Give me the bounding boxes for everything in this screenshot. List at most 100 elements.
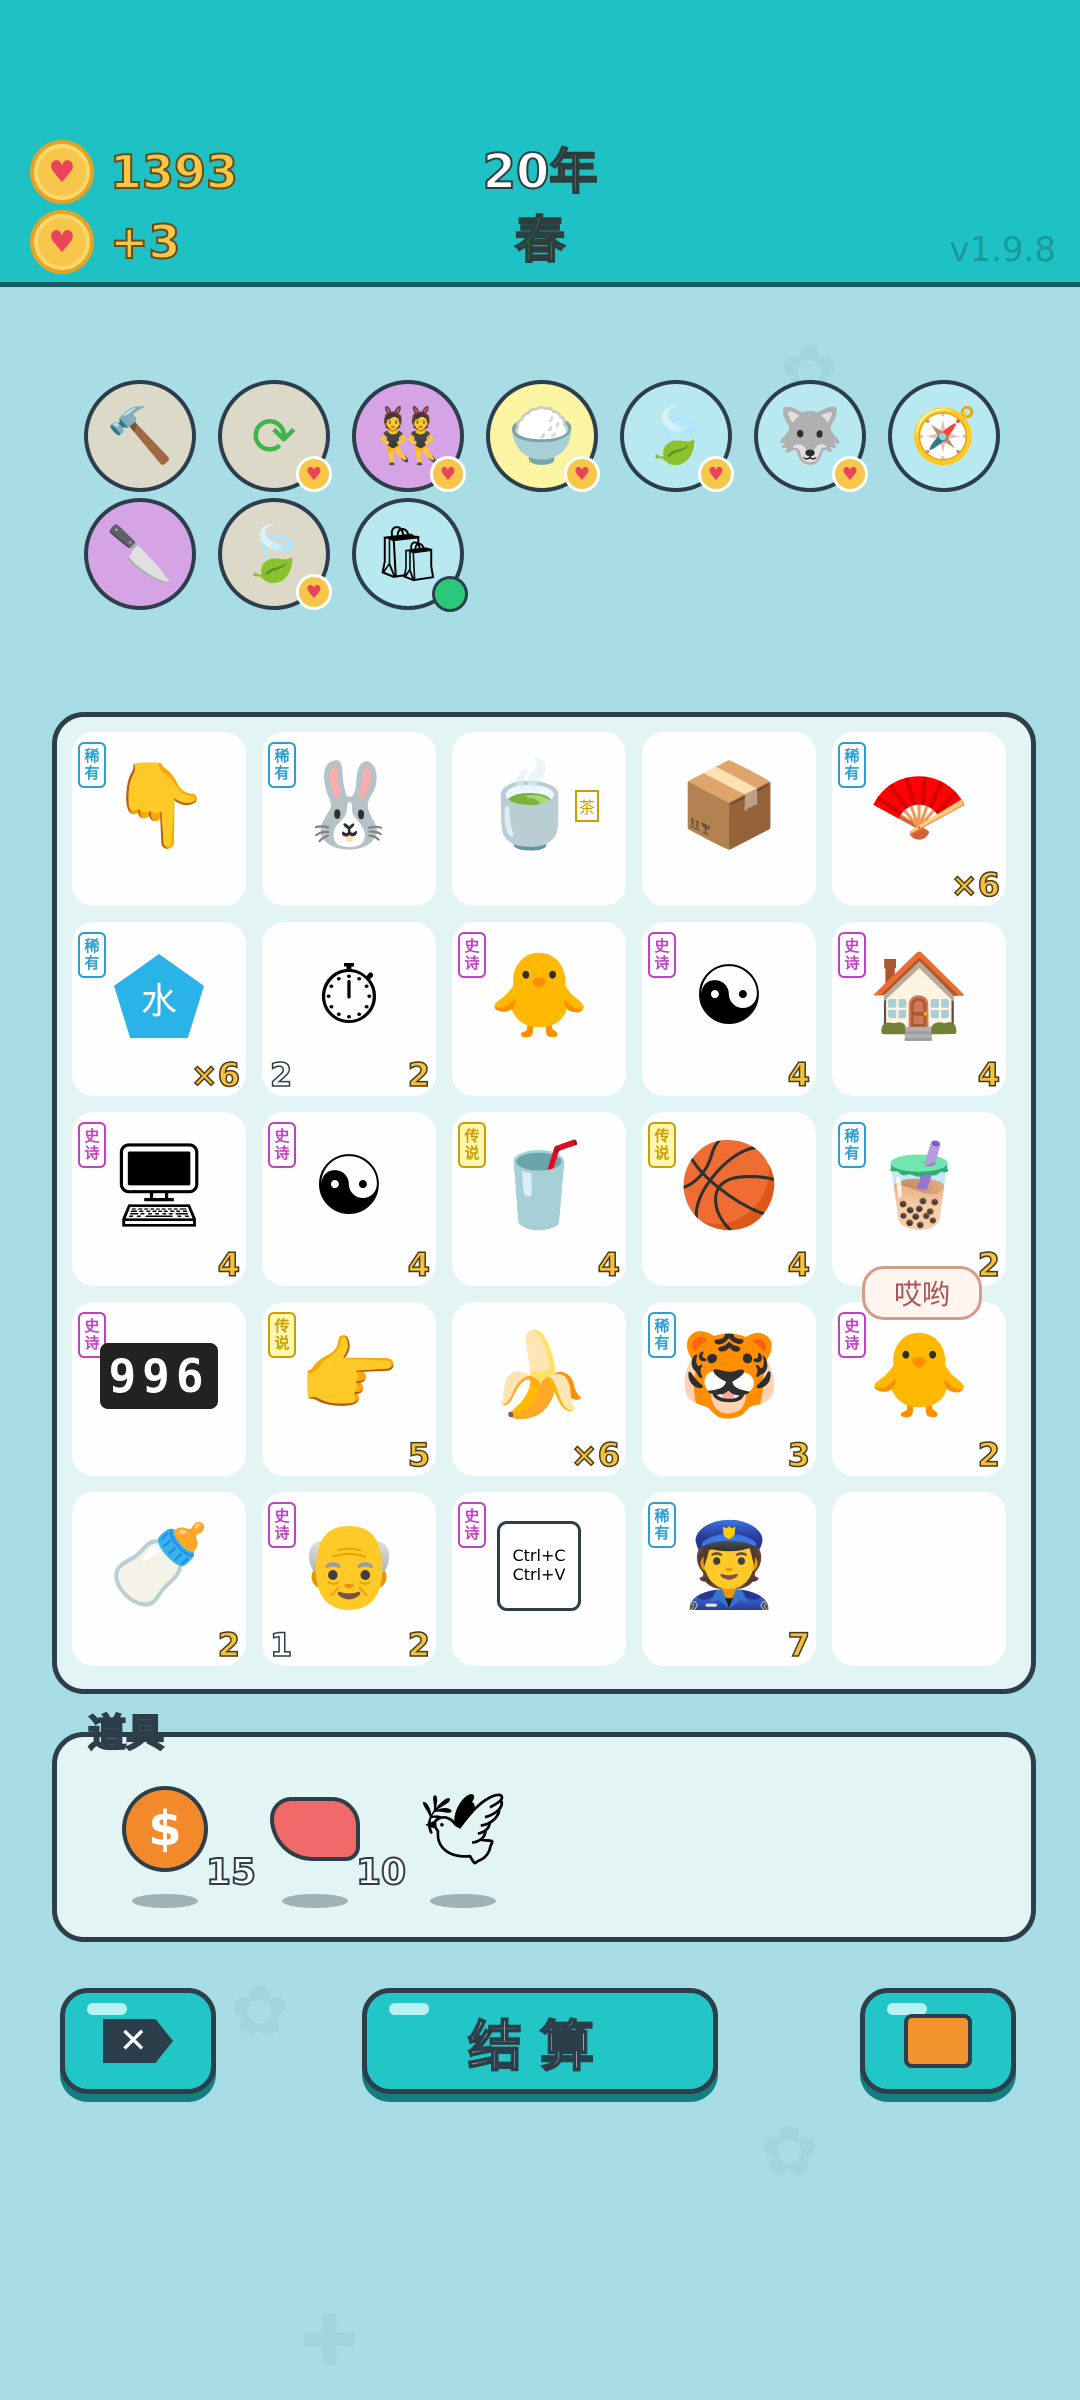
twin-girls-icon: 👯 — [374, 404, 442, 467]
slot-count: 4 — [787, 1055, 811, 1095]
season-label: 春 — [514, 210, 566, 270]
finger-point-icon: 👉 — [297, 1328, 401, 1423]
top-bar: ♥ 1393 ♥ +3 20年 春 v1.9.8 — [0, 0, 1080, 287]
rice-bowl-icon: 🍚 — [508, 404, 576, 467]
ctrl-label: Ctrl+C Ctrl+V — [497, 1521, 581, 1611]
slot-rabbit[interactable]: 稀有 🐰 — [262, 732, 436, 906]
dollar-coin-icon: $ — [120, 1784, 210, 1874]
skill-refresh[interactable]: ⟳ ♥ — [218, 380, 332, 492]
item-shadow — [282, 1894, 348, 1908]
996-counter-icon: 996 — [72, 1316, 246, 1436]
police-icon: 👮 — [677, 1518, 781, 1613]
skill-compass[interactable]: 🧭 — [888, 380, 1000, 492]
slot-basketball-eggs[interactable]: 传说 🏀 4 — [642, 1112, 816, 1286]
skill-husky-dog[interactable]: 🐺 ♥ — [754, 380, 868, 492]
settle-button[interactable]: 结算 — [362, 1988, 718, 2094]
briefcase-icon — [904, 2014, 972, 2068]
slot-bagua[interactable]: 史诗 ☯ 4 — [642, 922, 816, 1096]
bag-button[interactable] — [860, 1988, 1016, 2094]
slot-finger-point[interactable]: 传说 👉 5 — [262, 1302, 436, 1476]
item-liver[interactable]: 10 — [270, 1784, 407, 1908]
slot-empty[interactable] — [832, 1492, 1006, 1666]
slot-count: 4 — [787, 1245, 811, 1285]
milk-tea-icon: 🧋 — [867, 1138, 971, 1233]
slot-chick-grey-hair[interactable]: 史诗 🐥 2 — [832, 1302, 1006, 1476]
slot-parcel-box[interactable]: 📦 — [642, 732, 816, 906]
background-cross-icon: ✚ — [300, 2300, 359, 2382]
bagua-icon: ☯ — [312, 1138, 386, 1234]
version-label: v1.9.8 — [949, 230, 1056, 270]
year-label: 20年 — [482, 143, 599, 201]
chick-grey-hair-icon: 🐥 — [487, 948, 591, 1043]
skill-rice-bowl[interactable]: 🍚 ♥ — [486, 380, 600, 492]
slot-chick-grey-hair[interactable]: 史诗 🐥 — [452, 922, 626, 1096]
slot-count: 4 — [217, 1245, 241, 1285]
skill-twin-girls[interactable]: 👯 ♥ — [352, 380, 466, 492]
slot-graphics-card[interactable]: 史诗 🖥 4 — [72, 1112, 246, 1286]
compass-icon: 🧭 — [910, 404, 978, 467]
slot-count: 2 — [977, 1435, 1001, 1475]
slot-rabbit-house[interactable]: 史诗 🏠 4 — [832, 922, 1006, 1096]
slot-milk-tea[interactable]: 稀有 🧋 2 — [832, 1112, 1006, 1286]
slot-milk-tea-big[interactable]: 传说 🥤 4 — [452, 1112, 626, 1286]
water-gem-icon: 水 — [72, 936, 246, 1056]
finger-down-icon: 👇 — [107, 758, 211, 853]
item-dollar-coin[interactable]: $ 15 — [120, 1784, 257, 1908]
liver-icon — [270, 1784, 360, 1874]
heart-badge-icon: ♥ — [430, 456, 466, 492]
slot-banana[interactable]: 🍌 ×6 — [452, 1302, 626, 1476]
item-white-bird[interactable]: 🕊 — [418, 1784, 528, 1908]
milk-bottle-icon: 🍼 — [107, 1518, 211, 1613]
slot-bagua[interactable]: 史诗 ☯ 4 — [262, 1112, 436, 1286]
heart-badge-icon: ♥ — [296, 456, 332, 492]
tea-bag-glyph: 🍵 — [478, 758, 582, 853]
item-shadow — [430, 1894, 496, 1908]
slot-count: ×6 — [570, 1435, 621, 1475]
slot-tiger[interactable]: 稀有 🐯 3 — [642, 1302, 816, 1476]
slot-count: 7 — [787, 1625, 811, 1665]
item-count: 10 — [355, 1851, 407, 1894]
slot-count: 4 — [407, 1245, 431, 1285]
old-man-icon: 👴 — [297, 1518, 401, 1613]
slot-count: 3 — [787, 1435, 811, 1475]
banana-icon: 🍌 — [487, 1328, 591, 1423]
skill-leaf[interactable]: 🍃 ♥ — [620, 380, 734, 492]
items-title: 道具 — [87, 1710, 165, 1756]
water-label: 水 — [114, 954, 204, 1038]
skill-hammer[interactable]: 🔨 — [84, 380, 196, 492]
slot-stopwatch-card[interactable]: ⏱ 2 2 — [262, 922, 436, 1096]
coins-value: 1393 — [109, 144, 239, 200]
slot-water-gem[interactable]: 稀有水 ×6 — [72, 922, 246, 1096]
skill-sack[interactable]: 🛍 — [352, 498, 468, 612]
delete-button[interactable]: ✕ — [60, 1988, 216, 2094]
slot-ctrl-c-v[interactable]: 史诗 Ctrl+C Ctrl+V — [452, 1492, 626, 1666]
slot-police[interactable]: 稀有 👮 7 — [642, 1492, 816, 1666]
dog-icon: 🐺 — [776, 404, 844, 467]
chick-grey-hair-icon: 🐥 — [867, 1328, 971, 1423]
settle-label: 结算 — [467, 2014, 612, 2079]
tea-label: 茶 — [575, 790, 600, 822]
button-shine — [87, 2003, 127, 2015]
rabbit-house-icon: 🏠 — [867, 948, 971, 1043]
slot-left-count: 1 — [269, 1625, 293, 1665]
coin-icon: ♥ — [30, 140, 94, 204]
slot-milk-bottle[interactable]: 🍼 2 — [72, 1492, 246, 1666]
hammer-icon: 🔨 — [106, 404, 174, 467]
slot-count: 2 — [407, 1055, 431, 1095]
counter-label: 996 — [100, 1343, 218, 1409]
white-bird-icon: 🕊 — [418, 1787, 508, 1870]
slot-tea-bag[interactable]: 🍵 茶 — [452, 732, 626, 906]
background-flower-icon: ✿ — [230, 1970, 289, 2052]
slot-old-man[interactable]: 史诗 👴 2 1 — [262, 1492, 436, 1666]
tea-bag-icon: 🍵 茶 — [452, 746, 626, 866]
skill-cleaver[interactable]: 🔪 — [84, 498, 196, 610]
slot-finger-down[interactable]: 稀有 👇 — [72, 732, 246, 906]
skill-leaf-2[interactable]: 🍃 ♥ — [218, 498, 332, 610]
slot-996-counter[interactable]: 史诗 996 — [72, 1302, 246, 1476]
parcel-box-icon: 📦 — [677, 758, 781, 853]
slot-count: 2 — [217, 1625, 241, 1665]
heart-badge-icon: ♥ — [564, 456, 600, 492]
slot-fan[interactable]: 稀有 🪭 ×6 — [832, 732, 1006, 906]
background-flower-icon: ✿ — [760, 2110, 819, 2192]
graphics-card-icon: 🖥 — [106, 1138, 212, 1233]
